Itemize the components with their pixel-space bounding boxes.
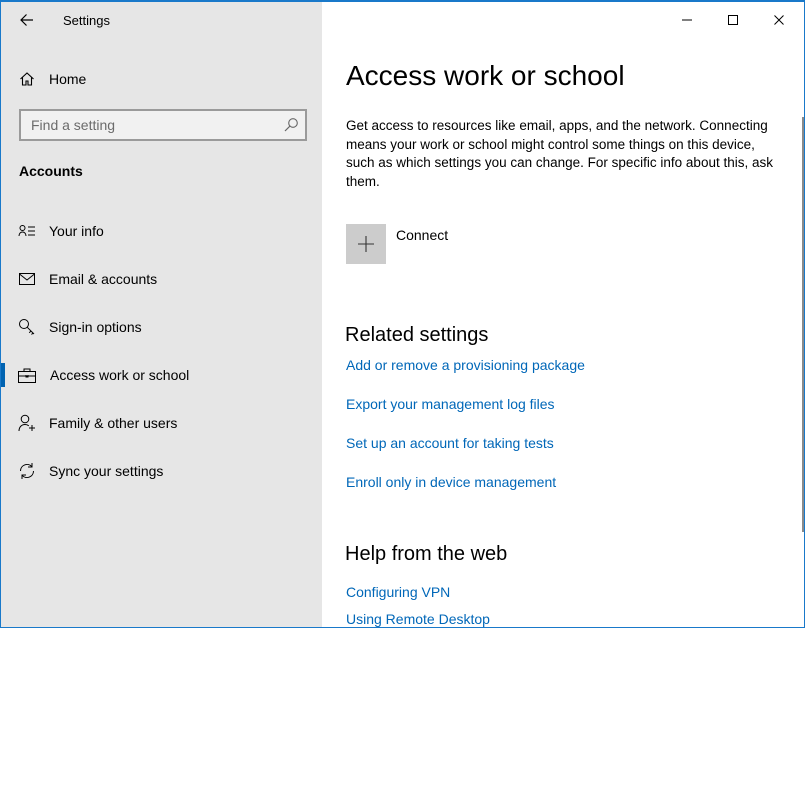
sidebar-item-your-info[interactable]: Your info <box>1 209 322 253</box>
sidebar-item-label: Sync your settings <box>49 463 163 479</box>
link-remote-desktop[interactable]: Using Remote Desktop <box>346 611 490 627</box>
sidebar-item-label: Home <box>49 71 86 87</box>
sidebar-item-label: Family & other users <box>49 415 177 431</box>
maximize-icon <box>727 14 739 26</box>
back-arrow-icon <box>20 13 34 27</box>
contact-info-icon <box>17 221 37 241</box>
link-configuring-vpn[interactable]: Configuring VPN <box>346 584 450 600</box>
sidebar-item-label: Email & accounts <box>49 271 157 287</box>
page-description: Get access to resources like email, apps… <box>346 117 786 191</box>
sidebar-item-sign-in-options[interactable]: Sign-in options <box>1 305 322 349</box>
home-icon <box>17 69 37 89</box>
sidebar-item-label: Sign-in options <box>49 319 142 335</box>
mail-icon <box>17 269 37 289</box>
sidebar-item-home[interactable]: Home <box>1 57 322 101</box>
search-input[interactable] <box>21 111 271 139</box>
connect-button[interactable] <box>346 224 386 264</box>
minimize-icon <box>681 14 693 26</box>
sidebar-item-label: Access work or school <box>50 367 189 383</box>
key-icon <box>17 317 37 337</box>
back-button[interactable] <box>13 6 41 34</box>
sidebar-item-email-accounts[interactable]: Email & accounts <box>1 257 322 301</box>
settings-window: Settings Home Accounts Your info <box>0 0 805 628</box>
sidebar-item-label: Your info <box>49 223 104 239</box>
section-header: Accounts <box>19 163 83 179</box>
minimize-button[interactable] <box>664 4 710 36</box>
add-user-icon <box>17 413 37 433</box>
sidebar-item-sync-settings[interactable]: Sync your settings <box>1 449 322 493</box>
app-title: Settings <box>63 13 110 28</box>
plus-icon <box>357 235 375 253</box>
link-provisioning-package[interactable]: Add or remove a provisioning package <box>346 357 585 373</box>
link-account-taking-tests[interactable]: Set up an account for taking tests <box>346 435 554 451</box>
selection-indicator <box>1 363 5 387</box>
search-box[interactable] <box>19 109 307 141</box>
maximize-button[interactable] <box>710 4 756 36</box>
link-export-log-files[interactable]: Export your management log files <box>346 396 555 412</box>
sidebar-item-family-other-users[interactable]: Family & other users <box>1 401 322 445</box>
briefcase-icon <box>17 365 37 385</box>
link-enroll-device-management[interactable]: Enroll only in device management <box>346 474 556 490</box>
help-heading: Help from the web <box>345 543 507 566</box>
connect-label[interactable]: Connect <box>396 227 448 243</box>
search-icon[interactable] <box>283 117 299 133</box>
sidebar-item-access-work-or-school[interactable]: Access work or school <box>1 353 322 397</box>
close-icon <box>773 14 785 26</box>
scrollbar[interactable] <box>802 117 804 532</box>
main-content: Access work or school Get access to reso… <box>322 2 804 627</box>
sync-icon <box>17 461 37 481</box>
close-button[interactable] <box>756 4 802 36</box>
related-settings-heading: Related settings <box>345 324 488 347</box>
page-title: Access work or school <box>346 60 625 92</box>
sidebar: Settings Home Accounts Your info <box>1 2 322 627</box>
